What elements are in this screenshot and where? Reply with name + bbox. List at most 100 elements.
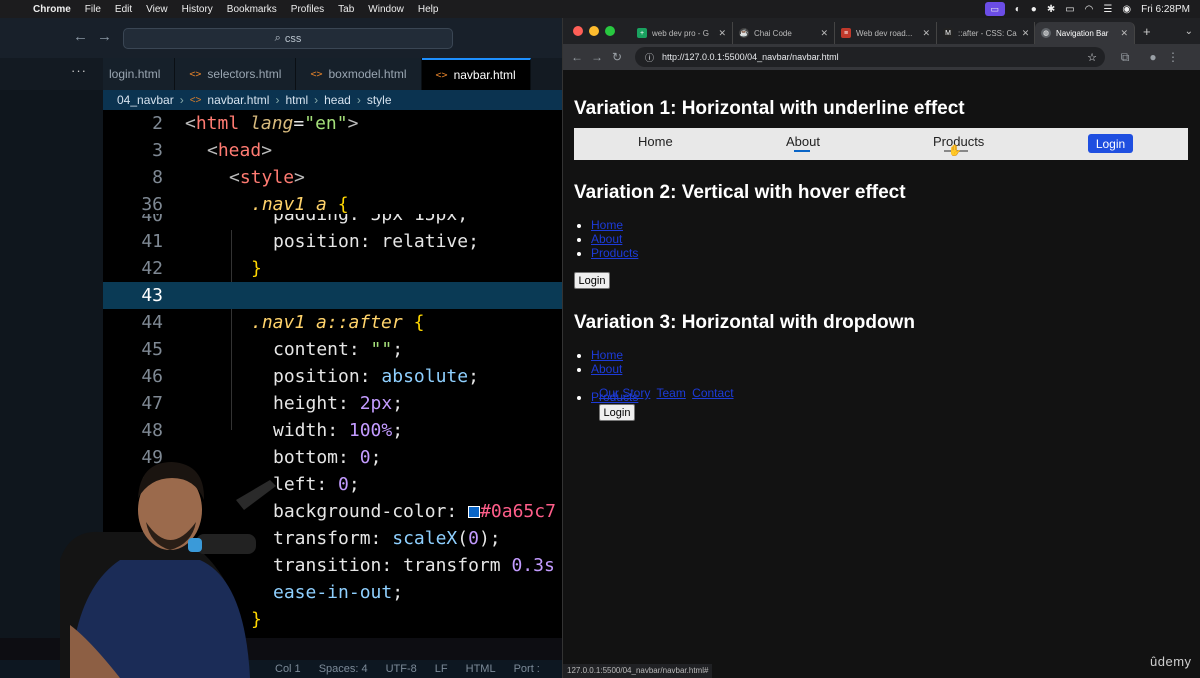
url-text: http://127.0.0.1:5500/04_navbar/navbar.h… (662, 52, 839, 62)
tab-title: web dev pro - G (652, 28, 709, 38)
tab-title: ::after - CSS: Ca (958, 28, 1017, 38)
nav2-link-home[interactable]: Home (591, 218, 623, 232)
tab-boxmodel[interactable]: <> boxmodel.html (296, 58, 422, 90)
chevron-right-icon: › (179, 93, 184, 107)
code-line: 41 position: relative; (141, 231, 479, 252)
profile-avatar-icon[interactable]: ● (1143, 50, 1163, 64)
close-window-button[interactable] (573, 26, 583, 36)
new-tab-icon[interactable]: + (1143, 24, 1151, 39)
menu-profiles[interactable]: Profiles (284, 4, 331, 15)
nav1-link-home[interactable]: Home (638, 134, 673, 149)
close-tab-icon[interactable]: ✕ (718, 28, 726, 39)
status-spaces[interactable]: Spaces: 4 (319, 663, 368, 675)
site-info-icon[interactable]: ⓘ (645, 51, 654, 64)
menu-file[interactable]: File (78, 4, 108, 15)
microphone (196, 534, 256, 554)
tab-title: Chai Code (754, 28, 792, 38)
nav3-link-about[interactable]: About (591, 362, 622, 376)
more-actions-icon[interactable]: ··· (0, 58, 103, 90)
chrome-tab[interactable]: ☕ Chai Code ✕ (733, 22, 835, 44)
chrome-tab[interactable]: ≡ Web dev road... ✕ (835, 22, 937, 44)
circle-icon[interactable]: ◐ (1015, 4, 1021, 15)
menu-history[interactable]: History (175, 4, 220, 15)
maximize-window-button[interactable] (605, 26, 615, 36)
chrome-window: + web dev pro - G ✕ ☕ Chai Code ✕ ≡ Web … (562, 18, 1200, 678)
close-tab-icon[interactable]: ✕ (1120, 28, 1128, 39)
extensions-icon[interactable]: ⧉ (1115, 50, 1135, 65)
nav3-link-home[interactable]: Home (591, 348, 623, 362)
chrome-tab[interactable]: + web dev pro - G ✕ (631, 22, 733, 44)
code-line: 44 .nav1 a::after { (141, 312, 425, 333)
nav-vertical-list: Home About Products (591, 218, 638, 260)
chaicode-icon: ☕ (739, 28, 749, 38)
command-search[interactable]: ⌕ css (123, 28, 453, 49)
dropdown-link-our-story[interactable]: Our Story (599, 386, 650, 400)
chrome-tab[interactable]: M ::after - CSS: Ca ✕ (937, 22, 1035, 44)
code-line-current: 43 (103, 282, 562, 309)
screen-record-icon[interactable]: ▭ (984, 2, 1005, 16)
chrome-tab-active[interactable]: ◍ Navigation Bar ✕ (1035, 22, 1135, 44)
address-bar[interactable]: ⓘ http://127.0.0.1:5500/04_navbar/navbar… (635, 47, 1105, 67)
dropdown-link-contact[interactable]: Contact (692, 386, 733, 400)
status-port[interactable]: Port : (514, 663, 540, 675)
tab-selectors[interactable]: <> selectors.html (175, 58, 297, 90)
menu-bookmarks[interactable]: Bookmarks (220, 4, 284, 15)
wifi-icon[interactable]: ◠ (1085, 4, 1094, 15)
minimize-window-button[interactable] (589, 26, 599, 36)
close-tab-icon[interactable]: ✕ (1022, 28, 1030, 39)
menu-help[interactable]: Help (411, 4, 446, 15)
control-center-icon[interactable]: ☰ (1103, 4, 1112, 15)
back-icon[interactable]: ← (567, 50, 587, 64)
bookmark-star-icon[interactable]: ☆ (1087, 51, 1097, 64)
breadcrumb-file[interactable]: navbar.html (207, 93, 269, 107)
menu-window[interactable]: Window (361, 4, 411, 15)
status-language[interactable]: HTML (466, 663, 496, 675)
bluetooth-icon[interactable]: ✱ (1047, 4, 1055, 15)
variation2-heading: Variation 2: Vertical with hover effect (574, 182, 906, 203)
status-encoding[interactable]: UTF-8 (386, 663, 417, 675)
menu-tab[interactable]: Tab (331, 4, 361, 15)
reload-icon[interactable]: ↻ (607, 50, 627, 64)
menu-edit[interactable]: Edit (108, 4, 139, 15)
chevron-right-icon: › (314, 93, 319, 107)
html-file-icon: <> (310, 68, 323, 80)
dropdown-link-team[interactable]: Team (656, 386, 685, 400)
nav2-link-products[interactable]: Products (591, 246, 638, 260)
udemy-watermark: ûdemy (1150, 654, 1192, 669)
back-arrow-icon[interactable]: ← (73, 28, 88, 45)
close-tab-icon[interactable]: ✕ (820, 28, 828, 39)
editor-tabs: ··· login.html <> selectors.html <> boxm… (0, 58, 562, 90)
code-line: 45 content: ""; (141, 339, 404, 360)
nav2-link-about[interactable]: About (591, 232, 622, 246)
menu-app[interactable]: Chrome (26, 4, 78, 15)
list-item: Home (591, 348, 638, 362)
forward-arrow-icon[interactable]: → (97, 28, 112, 45)
menu-kebab-icon[interactable]: ⋮ (1163, 50, 1183, 64)
status-eol[interactable]: LF (435, 663, 448, 675)
breadcrumb-head[interactable]: head (324, 93, 351, 107)
microphone-light (188, 538, 202, 552)
nav3-login-button[interactable]: Login (599, 404, 635, 421)
nav-horizontal-underline: Home About Products ✋ Login (574, 128, 1188, 160)
nav1-link-about[interactable]: About (786, 134, 820, 149)
siri-icon[interactable]: ◉ (1122, 4, 1131, 15)
tab-login[interactable]: login.html (103, 58, 176, 90)
nav1-login-button[interactable]: Login (1088, 134, 1133, 153)
tab-search-icon[interactable]: ⌄ (1185, 26, 1193, 37)
nav2-login-button[interactable]: Login (574, 272, 610, 289)
mouse-pointer-icon: ✋ (948, 145, 962, 157)
close-tab-icon[interactable]: ✕ (922, 28, 930, 39)
clock[interactable]: Fri 6:28PM (1141, 4, 1190, 15)
breadcrumb-style[interactable]: style (367, 93, 392, 107)
forward-icon[interactable]: → (587, 50, 607, 64)
tab-navbar[interactable]: <> navbar.html (421, 58, 531, 90)
breadcrumb-folder[interactable]: 04_navbar (117, 93, 174, 107)
menu-view[interactable]: View (139, 4, 175, 15)
battery-icon[interactable]: ▭ (1065, 4, 1074, 15)
html-file-icon: <> (435, 69, 448, 81)
media-icon[interactable]: ● (1031, 4, 1037, 15)
list-item: Home (591, 218, 638, 232)
webcam-overlay (60, 462, 276, 678)
breadcrumb-html[interactable]: html (285, 93, 308, 107)
code-line: 42} (141, 258, 262, 279)
